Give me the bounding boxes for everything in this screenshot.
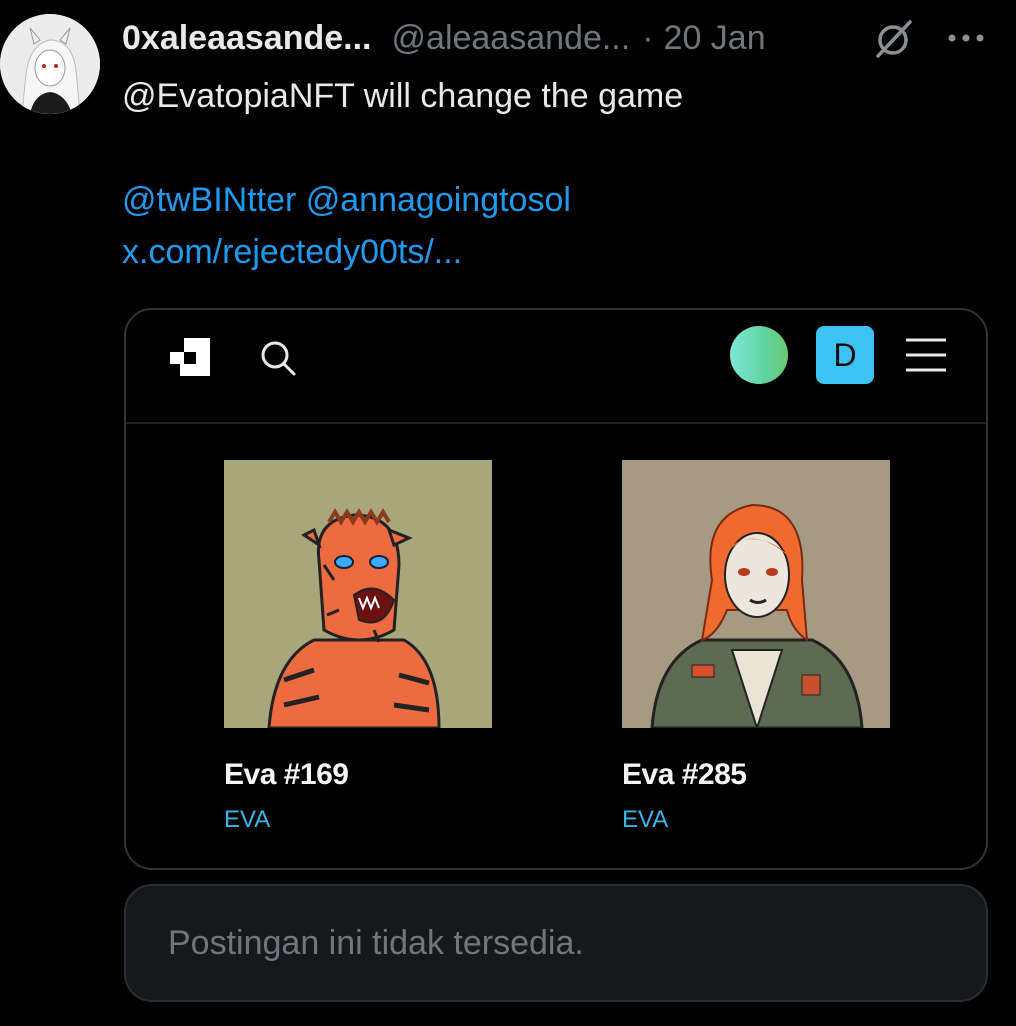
profile-button[interactable]: D [816, 326, 874, 384]
slash-circle-icon[interactable] [872, 18, 914, 60]
nft-collection[interactable]: EVA [622, 806, 892, 834]
display-name[interactable]: 0xaleaasande... [122, 19, 372, 58]
tweet-date[interactable]: 20 Jan [664, 19, 766, 58]
nft-title[interactable]: Eva #285 [622, 758, 892, 792]
separator: · [642, 18, 654, 57]
more-dots-icon[interactable] [944, 20, 988, 56]
tweet-link[interactable]: x.com/rejectedy00ts/... [122, 232, 462, 272]
square-logo-icon[interactable] [170, 338, 210, 376]
wallet-status-icon[interactable] [730, 326, 788, 384]
card-navbar: D [126, 310, 986, 424]
author-avatar[interactable] [0, 14, 100, 114]
nft-girl-image[interactable] [622, 460, 890, 728]
nft-tiger-image[interactable] [224, 460, 492, 728]
mention-links[interactable]: @twBINtter @annagoingtosol [122, 180, 571, 220]
tweet-text: @EvatopiaNFT will change the game [122, 77, 684, 115]
embedded-card[interactable]: D Eva #169 EVA Eva #285 EVA [124, 308, 988, 870]
nft-item[interactable]: Eva #169 EVA [224, 460, 494, 834]
user-handle[interactable]: @aleaasande... [392, 19, 631, 58]
search-icon[interactable] [258, 338, 298, 378]
unavailable-post-notice: Postingan ini tidak tersedia. [124, 884, 988, 1002]
nft-collection[interactable]: EVA [224, 806, 494, 834]
nft-item[interactable]: Eva #285 EVA [622, 460, 892, 834]
hamburger-icon[interactable] [904, 336, 948, 374]
nft-title[interactable]: Eva #169 [224, 758, 494, 792]
